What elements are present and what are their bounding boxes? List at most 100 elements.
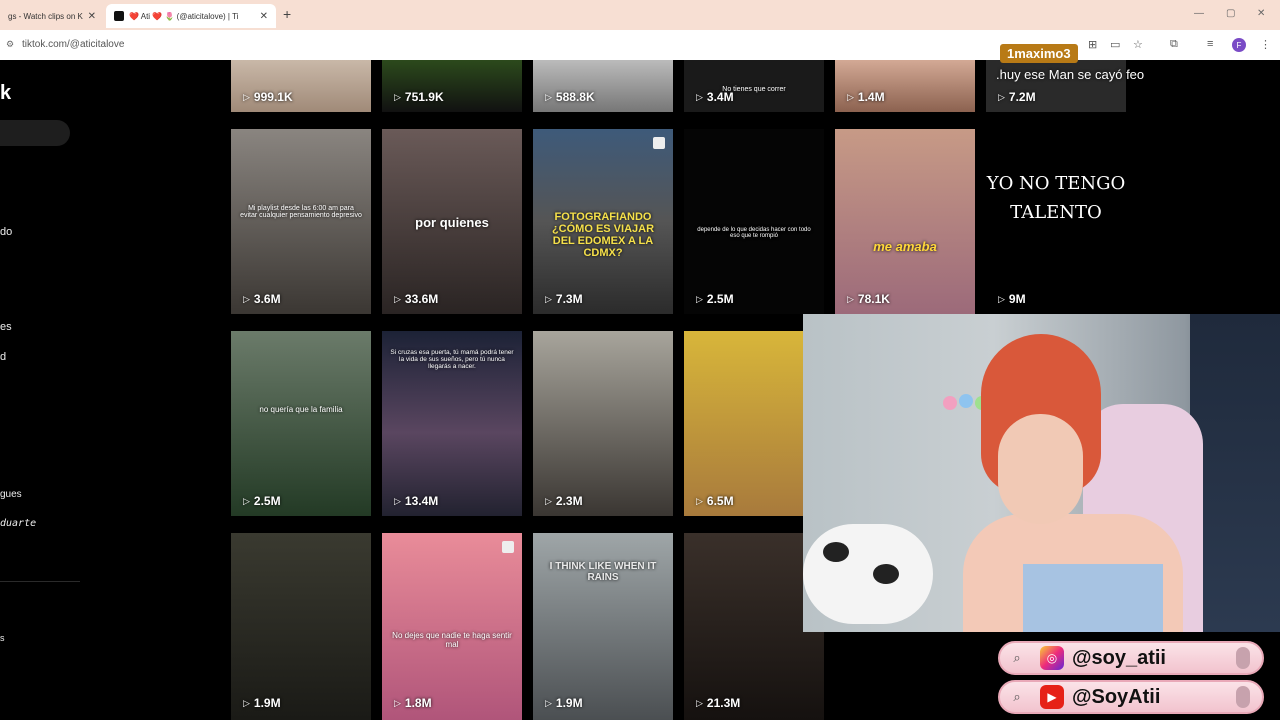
video-caption: Mi playlist desde las 6:00 am para evita… [240,205,362,219]
view-count: ▷ 6.5M [696,494,734,508]
pinned-icon [502,541,514,553]
social-handle: @SoyAtii [1072,685,1161,708]
video-tile[interactable]: Si cruzas esa puerta, tú mamá podrá tene… [382,331,522,516]
background-door [1190,314,1280,632]
video-tile[interactable]: ▷ 1.4M [835,60,975,112]
media-control-icon[interactable]: ≡ [1207,38,1213,50]
browser-tab-tiktok[interactable]: ❤️ Ati ❤️ 🌷 (@aticitalove) | Ti ✕ [106,4,276,28]
extensions-icon[interactable]: ⧉ [1170,38,1178,51]
view-count: ▷ 3.4M [696,90,734,104]
search-icon: ⌕ [1013,650,1021,665]
close-icon[interactable]: ✕ [88,11,96,22]
sidebar-item-3[interactable]: d [0,351,6,363]
plush-spot [873,564,899,584]
new-tab-icon[interactable]: + [283,6,291,22]
video-caption: depende de lo que decidas hacer con todo… [697,227,811,239]
video-tile[interactable]: por quienes ▷ 33.6M [382,129,522,314]
view-count: ▷ 2.3M [545,494,583,508]
video-tile[interactable]: ▷ 588.8K [533,60,673,112]
video-tile[interactable]: depende de lo que decidas hacer con todo… [684,129,824,314]
view-count: ▷ 13.4M [394,494,439,508]
play-icon: ▷ [847,91,854,102]
browser-tab-bar: gs - Watch clips on K ✕ ❤️ Ati ❤️ 🌷 (@at… [0,0,1280,30]
webcam-overlay [803,314,1280,632]
sidebar-item-6[interactable]: s [0,633,5,643]
video-tile[interactable]: no quería que la familia ▷ 2.5M [231,331,371,516]
view-count: ▷ 3.6M [243,292,281,306]
play-icon: ▷ [394,495,401,506]
video-tile[interactable]: Mi playlist desde las 6:00 am para evita… [231,129,371,314]
menu-kebab-icon[interactable]: ⋮ [1260,38,1271,51]
minimize-icon[interactable]: — [1194,8,1204,19]
play-icon: ▷ [243,697,250,708]
play-icon: ▷ [545,91,552,102]
video-caption: Si cruzas esa puerta, tú mamá podrá tene… [390,349,514,370]
microphone-icon [1236,686,1250,708]
youtube-icon: ▶ [1040,685,1064,709]
view-count: ▷ 33.6M [394,292,439,306]
view-count: ▷ 2.5M [243,494,281,508]
tiktok-favicon-icon [114,11,124,21]
video-tile[interactable]: ▷ 1.9M [231,533,371,720]
video-tile[interactable]: ▷ 751.9K [382,60,522,112]
chat-overlay: 1maximo3 .huy ese Man se cayó feo [990,44,1144,82]
video-tile[interactable]: ▷ 999.1K [231,60,371,112]
tiktok-logo[interactable]: k [0,82,11,105]
view-count: ▷ 21.3M [696,696,741,710]
chat-message: .huy ese Man se cayó feo [996,67,1145,82]
tab-title: gs - Watch clips on K [8,11,83,21]
view-count: ▷ 1.9M [243,696,281,710]
chat-username: 1maximo3 [1000,44,1078,63]
view-count: ▷ 1.9M [545,696,583,710]
video-tile[interactable]: No tienes que correr ▷ 3.4M [684,60,824,112]
social-badge-instagram: ⌕ ◎ @soy_atii [998,641,1264,675]
sidebar-item-1[interactable]: do [0,226,12,238]
figurine [943,396,957,410]
video-caption: YO NO TENGO TALENTO [986,173,1126,223]
browser-tab-kick[interactable]: gs - Watch clips on K ✕ [0,4,104,28]
video-tile[interactable]: YO NO TENGO TALENTO ▷ 9M [986,129,1126,314]
screen: gs - Watch clips on K ✕ ❤️ Ati ❤️ 🌷 (@at… [0,0,1280,720]
social-handle: @soy_atii [1072,646,1166,669]
sidebar-item-5[interactable]: duarte [0,518,36,529]
close-window-icon[interactable]: ✕ [1257,8,1265,19]
video-tile[interactable]: me amaba ▷ 78.1K [835,129,975,314]
sidebar-divider [0,581,80,582]
video-tile[interactable]: I THINK LIKE WHEN IT RAINS ▷ 1.9M [533,533,673,720]
view-count: ▷ 751.9K [394,90,444,104]
play-icon: ▷ [545,697,552,708]
video-caption: me amaba [873,239,937,254]
view-count: ▷ 78.1K [847,292,890,306]
play-icon: ▷ [998,91,1005,102]
sidebar-item-4[interactable]: gues [0,489,22,500]
play-icon: ▷ [545,293,552,304]
view-count: ▷ 999.1K [243,90,293,104]
search-icon: ⌕ [1013,689,1021,704]
play-icon: ▷ [394,697,401,708]
sidebar-item-2[interactable]: es [0,321,12,333]
maximize-icon[interactable]: ▢ [1226,8,1235,19]
pinned-icon [653,137,665,149]
video-tile[interactable]: ▷ 2.3M [533,331,673,516]
play-icon: ▷ [847,293,854,304]
video-caption: por quienes [415,215,489,230]
view-count: ▷ 7.3M [545,292,583,306]
site-info-icon[interactable]: ⚙ [6,39,14,50]
video-caption: FOTOGRAFIANDO ¿CÓMO ES VIAJAR DEL EDOMEX… [551,211,655,259]
video-tile[interactable]: FOTOGRAFIANDO ¿CÓMO ES VIAJAR DEL EDOMEX… [533,129,673,314]
video-tile[interactable]: ▷ 6.5M [684,331,803,516]
play-icon: ▷ [696,495,703,506]
video-tile[interactable]: No dejes que nadie te haga sentir mal ▷ 1… [382,533,522,720]
play-icon: ▷ [696,91,703,102]
profile-avatar[interactable]: F [1232,38,1246,52]
video-caption: no quería que la familia [259,405,343,414]
play-icon: ▷ [243,91,250,102]
cow-plush [803,524,933,624]
video-caption: No dejes que nadie te haga sentir mal [392,631,512,649]
url-field[interactable]: tiktok.com/@aticitalove [22,39,124,50]
plush-spot [823,542,849,562]
close-icon[interactable]: ✕ [260,11,268,22]
view-count: ▷ 7.2M [998,90,1036,104]
search-input[interactable] [0,120,70,146]
video-caption: I THINK LIKE WHEN IT RAINS [549,561,657,583]
